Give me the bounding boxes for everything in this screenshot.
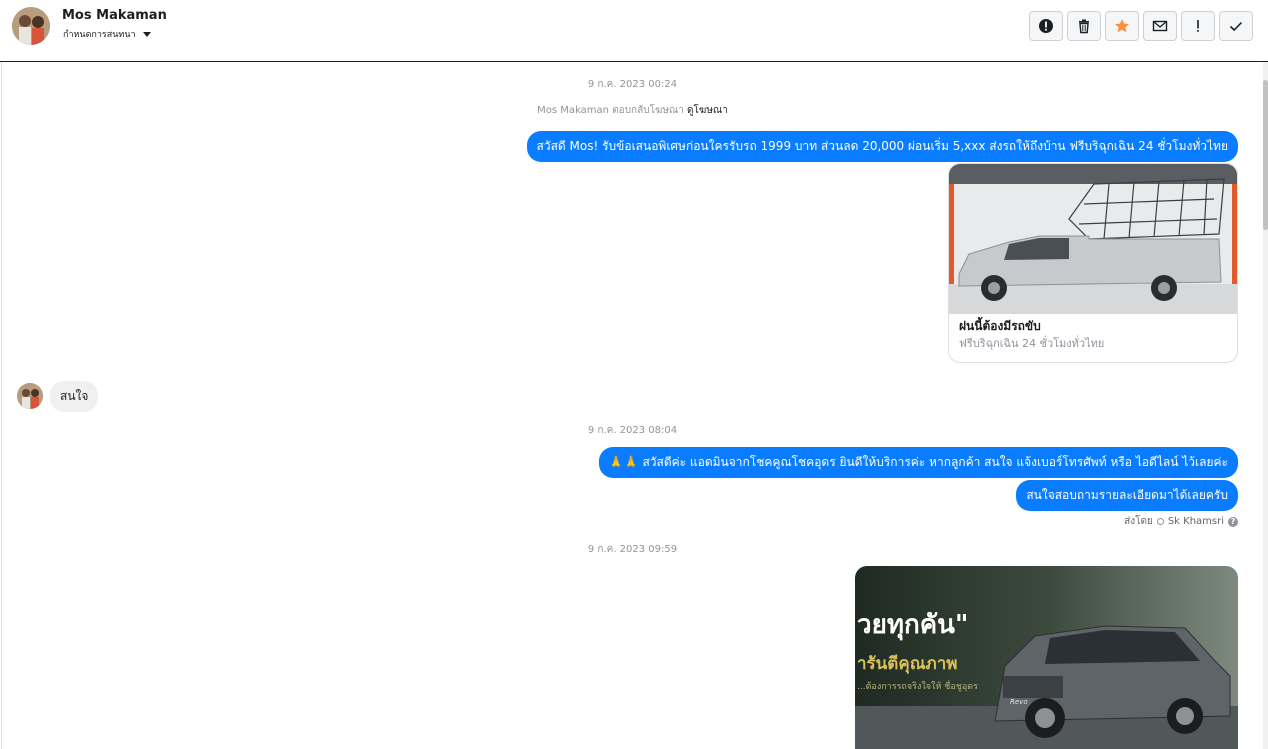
conversation-status-dropdown[interactable]: กำหนดการสนทนา bbox=[63, 27, 151, 41]
mark-spam-button[interactable] bbox=[1029, 11, 1063, 41]
star-icon bbox=[1115, 19, 1129, 33]
outgoing-message[interactable]: 🙏🙏 สวัสดีค่ะ แอดมินจากโชคคูณโชคอุดร ยินด… bbox=[598, 447, 1238, 478]
sent-by-info: ส่งโดย Sk Khamsri ? bbox=[1124, 514, 1238, 529]
timestamp: 9 ก.ค. 2023 08:04 bbox=[587, 425, 678, 436]
scrollbar-thumb[interactable] bbox=[1263, 80, 1268, 230]
exclamation-icon bbox=[1197, 20, 1199, 32]
ad-card[interactable]: ฝนนี้ต้องมีรถขับ ฟรีบริฉุกเฉิน 24 ชั่วโม… bbox=[948, 163, 1238, 363]
model-badge: Revo bbox=[1010, 698, 1028, 706]
delete-button[interactable] bbox=[1067, 11, 1101, 41]
conversation-header: Mos Makaman กำหนดการสนทนา bbox=[0, 0, 1268, 62]
message-thread[interactable]: 9 ก.ค. 2023 00:24 Mos Makaman ตอบกลับโฆษ… bbox=[1, 62, 1263, 749]
mark-done-button[interactable] bbox=[1219, 11, 1253, 41]
view-ad-link[interactable]: ดูโฆษณา bbox=[687, 105, 728, 116]
sent-by-name: Sk Khamsri bbox=[1167, 516, 1224, 527]
incoming-message[interactable]: สนใจ bbox=[50, 381, 99, 412]
conversation-status-label: กำหนดการสนทนา bbox=[63, 30, 136, 40]
help-icon[interactable]: ? bbox=[1228, 516, 1238, 527]
ad-card-subtitle: ฟรีบริฉุกเฉิน 24 ชั่วโมงทั่วไทย bbox=[959, 337, 1105, 350]
outgoing-message[interactable]: สวัสดี Mos! รับข้อเสนอพิเศษก่อนใครรับรถ … bbox=[526, 131, 1238, 162]
star-button[interactable] bbox=[1105, 11, 1139, 41]
sent-by-label: ส่งโดย bbox=[1124, 516, 1153, 527]
alert-circle-icon bbox=[1039, 19, 1053, 33]
caret-down-icon bbox=[142, 32, 151, 37]
ad-small-text: ...ต้องการรถจริงใจให้ ชื่อชูอุดร bbox=[857, 682, 978, 692]
avatar[interactable] bbox=[12, 7, 50, 45]
envelope-icon bbox=[1152, 20, 1168, 32]
timestamp: 9 ก.ค. 2023 00:24 bbox=[587, 79, 678, 90]
timestamp: 9 ก.ค. 2023 09:59 bbox=[587, 544, 678, 555]
action-toolbar bbox=[1029, 11, 1253, 41]
ad-card-image bbox=[949, 164, 1237, 314]
check-icon bbox=[1229, 21, 1243, 32]
follow-up-button[interactable] bbox=[1181, 11, 1215, 41]
ad-reply-text: Mos Makaman ตอบกลับโฆษณา bbox=[537, 105, 684, 116]
user-icon bbox=[1156, 518, 1164, 525]
contact-name[interactable]: Mos Makaman bbox=[62, 8, 167, 23]
avatar bbox=[17, 383, 43, 409]
ad-reply-note: Mos Makaman ตอบกลับโฆษณา ดูโฆษณา bbox=[2, 103, 1263, 118]
mark-unread-button[interactable] bbox=[1143, 11, 1177, 41]
ad-subline: ารันตีคุณภาพ bbox=[857, 654, 958, 674]
image-attachment[interactable]: วยทุกคัน" ารันตีคุณภาพ ...ต้องการรถจริงใ… bbox=[855, 566, 1238, 749]
ad-headline: วยทุกคัน" bbox=[857, 610, 969, 640]
outgoing-message[interactable]: สนใจสอบถามรายละเอียดมาได้เลยครับ bbox=[1016, 480, 1238, 511]
trash-icon bbox=[1079, 19, 1089, 34]
